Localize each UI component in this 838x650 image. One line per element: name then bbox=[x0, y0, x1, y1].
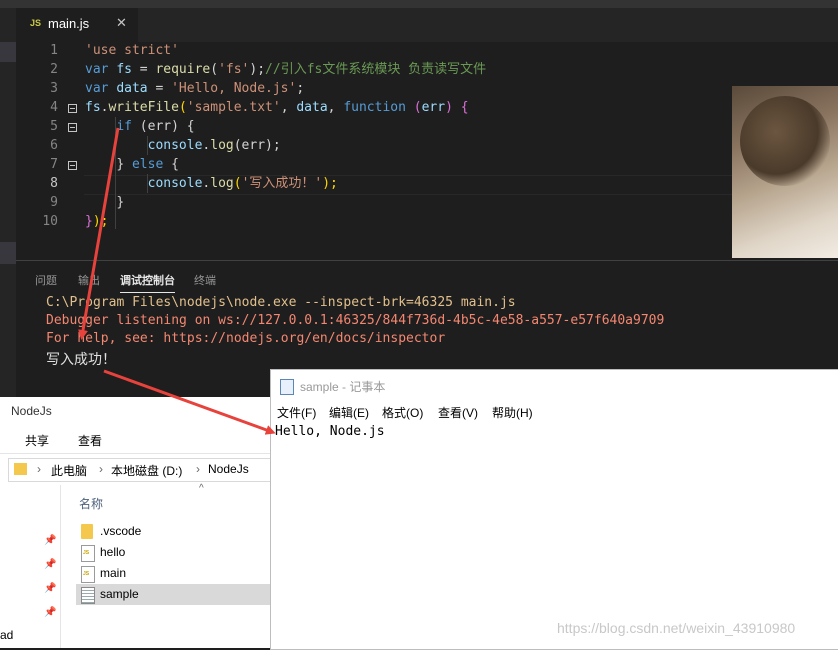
notepad-text-area[interactable]: Hello, Node.js bbox=[275, 424, 385, 439]
fold-icon[interactable] bbox=[68, 123, 77, 132]
code-line-10[interactable]: }); bbox=[85, 212, 108, 231]
line-number: 1 bbox=[50, 43, 58, 58]
line-number: 9 bbox=[50, 195, 58, 210]
sort-ascending-icon: ^ bbox=[199, 483, 204, 494]
tab-debug-console[interactable]: 调试控制台 bbox=[120, 272, 175, 293]
menu-edit[interactable]: 编辑(E) bbox=[329, 404, 369, 421]
code-line-6[interactable]: console.log(err); bbox=[85, 136, 281, 155]
close-icon[interactable]: ✕ bbox=[116, 15, 127, 31]
navigation-pane: 📌 📌 📌 📌 ad bbox=[0, 485, 61, 648]
console-output-line: 写入成功！ bbox=[46, 352, 116, 368]
chevron-right-icon: › bbox=[37, 462, 41, 476]
line-number: 5 bbox=[50, 119, 58, 134]
file-item-sample[interactable]: sample bbox=[76, 584, 276, 605]
tab-output[interactable]: 输出 bbox=[78, 272, 100, 288]
console-line: For help, see: https://nodejs.org/en/doc… bbox=[46, 331, 446, 346]
column-header-name[interactable]: 名称 bbox=[79, 495, 103, 512]
code-line-7[interactable]: } else { bbox=[85, 155, 179, 174]
notepad-menubar: 文件(F) 编辑(E) 格式(O) 查看(V) 帮助(H) bbox=[271, 402, 838, 422]
text-file-icon bbox=[81, 587, 95, 604]
watermark-text: https://blog.csdn.net/weixin_43910980 bbox=[557, 620, 796, 636]
menu-view[interactable]: 查看(V) bbox=[438, 404, 478, 421]
line-number: 7 bbox=[50, 157, 58, 172]
explorer-title: NodeJs bbox=[11, 404, 52, 418]
ribbon-view-tab[interactable]: 查看 bbox=[78, 432, 102, 449]
tab-label: main.js bbox=[48, 16, 90, 31]
nav-item-label[interactable]: ad bbox=[0, 628, 13, 642]
pin-icon[interactable]: 📌 bbox=[44, 583, 56, 594]
pin-icon[interactable]: 📌 bbox=[44, 607, 56, 618]
notepad-window: sample - 记事本 文件(F) 编辑(E) 格式(O) 查看(V) 帮助(… bbox=[270, 369, 838, 650]
line-number: 3 bbox=[50, 81, 58, 96]
activity-strip bbox=[0, 42, 16, 400]
line-number: 8 bbox=[50, 176, 58, 191]
ribbon-share-tab[interactable]: 共享 bbox=[25, 432, 49, 449]
breadcrumb-drive-d[interactable]: 本地磁盘 (D:) bbox=[111, 462, 182, 479]
background-artwork-detail bbox=[740, 96, 830, 186]
file-item-main[interactable]: main bbox=[76, 563, 276, 584]
code-line-1[interactable]: 'use strict' bbox=[85, 41, 179, 60]
title-strip bbox=[0, 0, 838, 8]
fold-icon[interactable] bbox=[68, 161, 77, 170]
code-line-3[interactable]: var data = 'Hello, Node.js'; bbox=[85, 79, 304, 98]
breadcrumb-this-pc[interactable]: 此电脑 bbox=[51, 462, 87, 479]
chevron-right-icon: › bbox=[196, 462, 200, 476]
code-line-4[interactable]: fs.writeFile('sample.txt', data, functio… bbox=[85, 98, 469, 117]
address-bar[interactable]: › 此电脑 › 本地磁盘 (D:) › NodeJs bbox=[8, 458, 280, 482]
code-line-5[interactable]: if (err) { bbox=[85, 117, 194, 136]
code-line-2[interactable]: var fs = require('fs');//引入fs文件系统模块 负责读写… bbox=[85, 60, 486, 79]
js-file-icon bbox=[81, 545, 95, 562]
js-file-icon bbox=[81, 566, 95, 583]
tab-main-js[interactable]: JS main.js ✕ bbox=[16, 8, 138, 42]
console-line: C:\Program Files\nodejs\node.exe --inspe… bbox=[46, 295, 516, 310]
chevron-right-icon: › bbox=[99, 462, 103, 476]
tab-terminal[interactable]: 终端 bbox=[194, 272, 216, 288]
file-explorer-window: NodeJs 共享 查看 › 此电脑 › 本地磁盘 (D:) › NodeJs … bbox=[0, 397, 280, 648]
line-number: 4 bbox=[50, 100, 58, 115]
pin-icon[interactable]: 📌 bbox=[44, 559, 56, 570]
menu-help[interactable]: 帮助(H) bbox=[492, 404, 533, 421]
folder-icon bbox=[14, 463, 27, 475]
menu-format[interactable]: 格式(O) bbox=[382, 404, 423, 421]
menu-file[interactable]: 文件(F) bbox=[277, 404, 316, 421]
explorer-titlebar: NodeJs bbox=[0, 397, 278, 425]
file-item-hello[interactable]: hello bbox=[76, 542, 276, 563]
pin-icon[interactable]: 📌 bbox=[44, 535, 56, 546]
line-number: 2 bbox=[50, 62, 58, 77]
js-file-icon: JS bbox=[30, 18, 42, 28]
notepad-titlebar: sample - 记事本 bbox=[271, 370, 838, 402]
tab-problems[interactable]: 问题 bbox=[35, 272, 57, 288]
explorer-ribbon: 共享 查看 bbox=[0, 425, 278, 454]
notepad-title: sample - 记事本 bbox=[300, 380, 386, 394]
breadcrumb-nodejs[interactable]: NodeJs bbox=[208, 462, 249, 476]
fold-icon[interactable] bbox=[68, 104, 77, 113]
file-item-vscode[interactable]: .vscode bbox=[76, 521, 276, 542]
console-line: Debugger listening on ws://127.0.0.1:463… bbox=[46, 313, 665, 328]
notepad-icon bbox=[280, 379, 294, 395]
code-line-9[interactable]: } bbox=[85, 193, 124, 212]
folder-icon bbox=[81, 524, 93, 539]
line-number: 10 bbox=[42, 214, 58, 229]
code-line-8[interactable]: console.log('写入成功！'); bbox=[85, 174, 338, 193]
line-number: 6 bbox=[50, 138, 58, 153]
